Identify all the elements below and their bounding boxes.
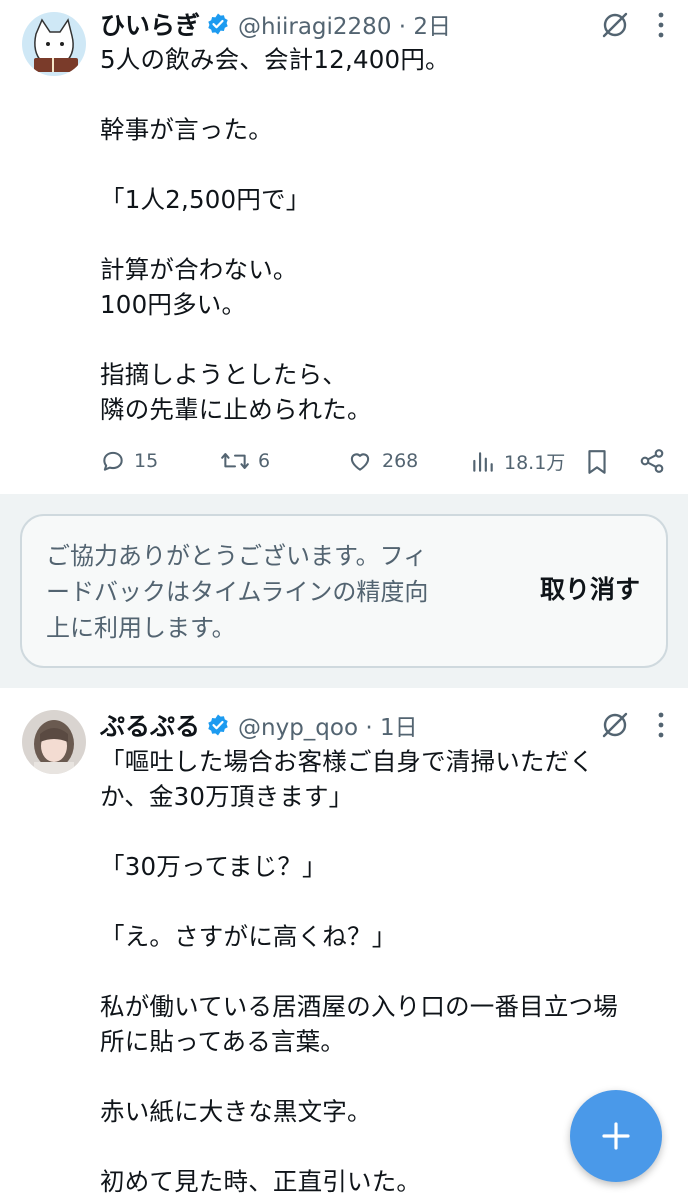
feedback-section: ご協力ありがとうございます。フィ ードバックはタイムラインの精度向 上に利用しま… xyxy=(0,494,688,688)
reply-count: 15 xyxy=(134,450,159,472)
retweet-button[interactable]: 6 xyxy=(220,448,270,474)
like-count: 268 xyxy=(382,450,419,472)
views-count: 18.1万 xyxy=(504,452,566,474)
tweet-text: 5人の飲み会、会計12,400円。 幹事が言った。 「1人2,500円で」 計算… xyxy=(100,45,450,424)
handle-and-time[interactable]: @nyp_qoo · 1日 xyxy=(238,708,418,742)
like-button[interactable]: 268 xyxy=(346,448,418,474)
like-icon xyxy=(350,453,370,471)
tweet-1[interactable]: ひいらぎ @hiiragi2280 · 2日 5人の飲み会、会計12,400円。… xyxy=(0,0,688,494)
undo-button[interactable]: 取り消す xyxy=(540,570,640,606)
grok-icon[interactable] xyxy=(600,710,630,740)
retweet-count: 6 xyxy=(258,450,271,472)
verified-badge-icon xyxy=(208,13,228,35)
handle-and-time[interactable]: @hiiragi2280 · 2日 xyxy=(238,7,451,41)
share-icon[interactable] xyxy=(638,447,666,475)
feedback-card: ご協力ありがとうございます。フィ ードバックはタイムラインの精度向 上に利用しま… xyxy=(20,514,668,668)
reply-button[interactable]: 15 xyxy=(100,448,158,474)
compose-plus-icon xyxy=(602,1122,630,1150)
retweet-icon xyxy=(221,453,249,469)
grok-icon[interactable] xyxy=(600,10,630,40)
display-name[interactable]: ぷるぷる xyxy=(100,707,200,743)
reply-icon xyxy=(103,451,123,471)
avatar[interactable] xyxy=(22,710,86,774)
bookmark-icon[interactable] xyxy=(584,448,610,476)
display-name[interactable]: ひいらぎ xyxy=(100,6,200,42)
more-vertical-icon[interactable] xyxy=(656,711,666,739)
verified-badge-icon xyxy=(208,714,228,736)
compose-button[interactable] xyxy=(570,1090,662,1182)
avatar[interactable] xyxy=(22,12,86,76)
views-button[interactable]: 18.1万 xyxy=(470,448,565,475)
more-vertical-icon[interactable] xyxy=(656,11,666,39)
views-icon xyxy=(473,451,493,472)
feedback-message: ご協力ありがとうございます。フィ ードバックはタイムラインの精度向 上に利用しま… xyxy=(46,542,429,642)
tweet-actions: 15 6 268 18.1万 xyxy=(100,444,668,480)
